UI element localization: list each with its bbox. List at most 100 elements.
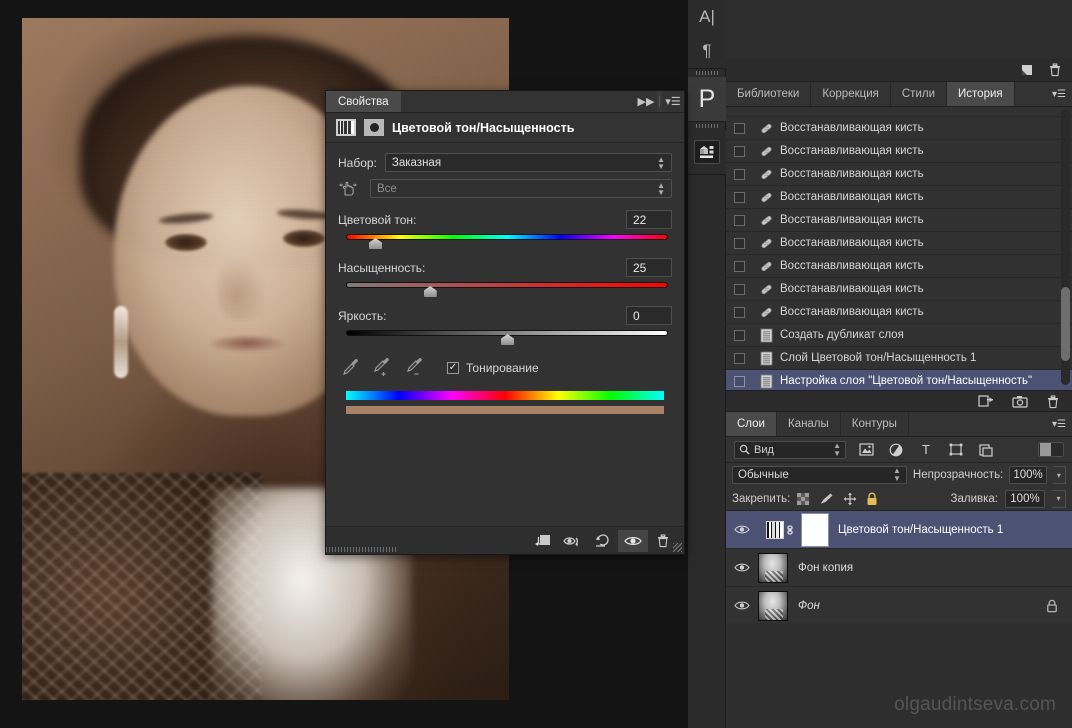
layer-mask-icon[interactable] <box>364 119 384 136</box>
eyedropper-icon[interactable] <box>342 359 359 376</box>
collapse-panel-icon[interactable]: ▶▶ <box>635 91 657 112</box>
layer-visibility-icon[interactable] <box>726 562 758 573</box>
history-item[interactable]: Восстанавливающая кисть <box>726 163 1072 186</box>
history-item[interactable]: Создать дубликат слоя <box>726 324 1072 347</box>
hue-value-field[interactable]: 22 <box>626 210 672 229</box>
history-item-checkbox[interactable] <box>726 168 752 180</box>
filter-pixel-icon[interactable] <box>856 443 876 456</box>
history-panel-tabs[interactable]: Библиотеки Коррекция Стили История ▾☰ <box>726 82 1072 107</box>
lock-image-icon[interactable] <box>820 492 836 505</box>
history-item-checkbox[interactable] <box>726 329 752 341</box>
new-snapshot-button[interactable] <box>1012 395 1028 408</box>
history-item-checkbox[interactable] <box>726 283 752 295</box>
history-item[interactable]: Восстанавливающая кисть <box>726 209 1072 232</box>
tab-history[interactable]: История <box>947 82 1015 106</box>
history-item-checkbox[interactable] <box>726 260 752 272</box>
history-item[interactable]: Восстанавливающая кисть <box>726 140 1072 163</box>
history-item-checkbox[interactable] <box>726 122 752 134</box>
dock-grip-properties[interactable] <box>688 69 725 77</box>
eyedropper-subtract-icon[interactable] <box>406 358 425 377</box>
clip-to-layer-button[interactable] <box>528 530 558 552</box>
filter-smart-object-icon[interactable] <box>976 443 996 457</box>
layer-row[interactable]: Фон <box>726 587 1072 625</box>
on-image-adjust-icon[interactable] <box>338 180 360 197</box>
properties-panel-icon[interactable]: P <box>688 77 726 121</box>
tab-adjustments[interactable]: Коррекция <box>811 82 891 106</box>
layer-list[interactable]: Цветовой тон/Насыщенность 1 Фон копия Фо… <box>726 511 1072 625</box>
layers-panel-tabs[interactable]: Слои Каналы Контуры ▾☰ <box>726 412 1072 437</box>
opacity-dropdown-arrow[interactable]: ▾ <box>1052 466 1066 484</box>
properties-titlebar[interactable]: Свойства ▶▶ ▾☰ <box>326 91 684 113</box>
properties-tab[interactable]: Свойства <box>326 91 401 112</box>
new-document-from-state-button[interactable] <box>978 394 994 408</box>
saturation-slider[interactable] <box>346 282 668 297</box>
history-item-selected[interactable]: Настройка слоя "Цветовой тон/Насыщенност… <box>726 370 1072 390</box>
saturation-slider-track[interactable] <box>346 282 668 288</box>
layer-visibility-icon[interactable] <box>726 524 758 535</box>
tab-paths[interactable]: Контуры <box>840 412 909 436</box>
filter-shape-icon[interactable] <box>946 443 966 456</box>
history-scrollbar[interactable] <box>1061 109 1070 385</box>
fill-value[interactable]: 100% <box>1005 489 1045 508</box>
adjustment-layer-icon[interactable] <box>336 119 356 136</box>
chevron-updown-icon[interactable]: ▲ ▼ <box>657 155 665 170</box>
tab-layers[interactable]: Слои <box>726 412 777 436</box>
history-item-checkbox[interactable] <box>726 145 752 157</box>
tab-channels[interactable]: Каналы <box>776 412 841 436</box>
history-item[interactable] <box>726 107 1072 117</box>
lock-transparency-icon[interactable] <box>797 492 813 505</box>
paragraph-panel-icon[interactable]: ¶ <box>688 34 726 68</box>
layer-row[interactable]: Фон копия <box>726 549 1072 587</box>
history-item-checkbox[interactable] <box>726 306 752 318</box>
dock-grip-libraries[interactable] <box>688 122 725 130</box>
eyedropper-add-icon[interactable] <box>373 358 392 377</box>
view-previous-state-button[interactable] <box>558 530 588 552</box>
hue-slider[interactable] <box>346 234 668 249</box>
layer-visibility-icon[interactable] <box>726 600 758 611</box>
filter-adjustment-icon[interactable] <box>886 443 906 457</box>
history-item-checkbox[interactable] <box>726 352 752 364</box>
history-panel-menu-icon[interactable]: ▾☰ <box>1046 82 1072 106</box>
delete-button[interactable] <box>1048 62 1062 77</box>
properties-resize-handle[interactable] <box>673 543 682 552</box>
fill-dropdown-arrow[interactable]: ▾ <box>1052 489 1066 508</box>
properties-panel[interactable]: Свойства ▶▶ ▾☰ Цветовой тон/Насыщенность… <box>325 90 685 555</box>
chevron-updown-icon[interactable]: ▲ ▼ <box>833 441 841 458</box>
lock-all-icon[interactable] <box>866 492 882 506</box>
preset-select[interactable]: Заказная ▲ ▼ <box>384 153 672 172</box>
libraries-panel-icon[interactable] <box>688 130 726 174</box>
saturation-value-field[interactable]: 25 <box>626 258 672 277</box>
layer-mask-thumbnail[interactable] <box>801 512 829 547</box>
history-item[interactable]: Восстанавливающая кисть <box>726 232 1072 255</box>
layer-thumbnail[interactable] <box>758 552 788 583</box>
lock-position-icon[interactable] <box>843 492 859 506</box>
lightness-value-field[interactable]: 0 <box>626 306 672 325</box>
history-item[interactable]: Слой Цветовой тон/Насыщенность 1 <box>726 347 1072 370</box>
blend-mode-select[interactable]: Обычные ▲ ▼ <box>732 466 907 484</box>
layer-thumbnail[interactable] <box>758 590 788 621</box>
history-item[interactable]: Восстанавливающая кисть <box>726 278 1072 301</box>
history-item-checkbox[interactable] <box>726 191 752 203</box>
new-document-button[interactable] <box>1020 63 1034 77</box>
history-item[interactable]: Восстанавливающая кисть <box>726 255 1072 278</box>
character-panel-icon[interactable]: A| <box>688 0 726 34</box>
lightness-slider[interactable] <box>346 330 668 345</box>
range-select[interactable]: Все ▲ ▼ <box>370 179 672 198</box>
history-item-checkbox[interactable] <box>726 237 752 249</box>
hue-slider-track[interactable] <box>346 234 668 240</box>
colorize-checkbox-wrap[interactable]: ✓ Тонирование <box>447 361 539 375</box>
delete-state-button[interactable] <box>1046 394 1060 409</box>
history-item[interactable]: Восстанавливающая кисть <box>726 186 1072 209</box>
history-item[interactable]: Восстанавливающая кисть <box>726 301 1072 324</box>
tab-styles[interactable]: Стили <box>890 82 948 106</box>
history-item-checkbox[interactable] <box>726 214 752 226</box>
history-item[interactable]: Восстанавливающая кисть <box>726 117 1072 140</box>
layer-row[interactable]: Цветовой тон/Насыщенность 1 <box>726 511 1072 549</box>
toggle-visibility-button[interactable] <box>618 529 648 552</box>
history-list[interactable]: Восстанавливающая кисть Восстанавливающа… <box>726 107 1072 390</box>
filter-enable-toggle[interactable] <box>1038 442 1064 457</box>
filter-type-icon[interactable]: T <box>916 442 936 457</box>
tab-libraries[interactable]: Библиотеки <box>726 82 812 106</box>
reset-button[interactable] <box>588 530 618 552</box>
history-item-checkbox[interactable] <box>726 375 752 387</box>
